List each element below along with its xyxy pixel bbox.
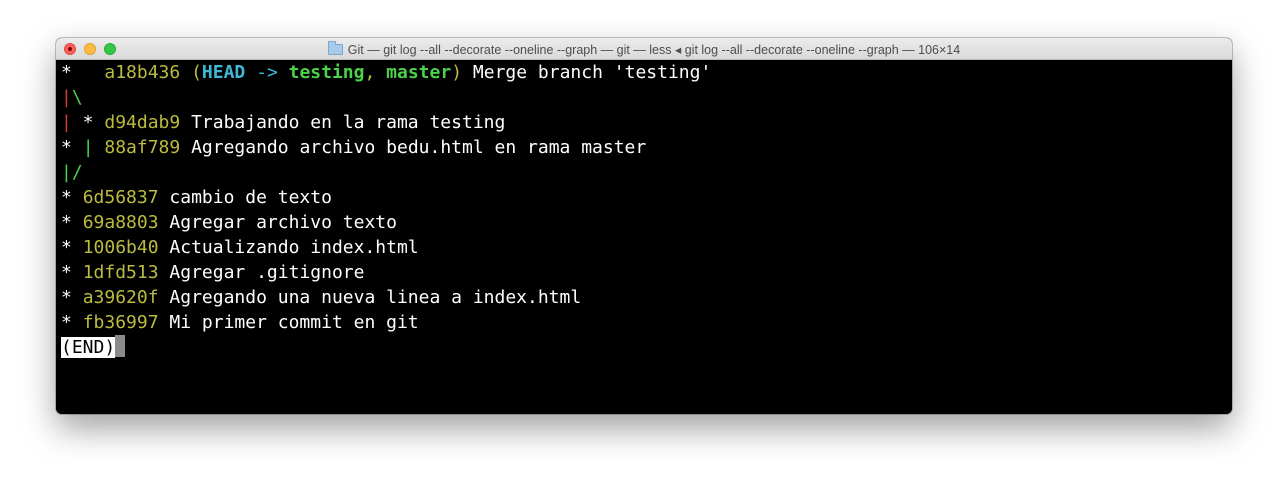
pager-prompt[interactable]: (END) xyxy=(61,335,126,360)
commit-hash: a18b436 xyxy=(104,62,181,83)
commit-hash: 1dfd513 xyxy=(82,262,159,283)
decoration-close: ) xyxy=(451,62,463,83)
graph-star: * xyxy=(71,112,105,133)
graph-star: * xyxy=(61,237,83,258)
log-line: | * d94dab9 Trabajando en la rama testin… xyxy=(61,110,505,135)
graph-star: * xyxy=(61,262,83,283)
commit-message: Agregando una nueva linea a index.html xyxy=(169,287,582,308)
commit-message: Trabajando en la rama testing xyxy=(191,112,506,133)
decoration-separator: , xyxy=(364,62,387,83)
log-line: * 6d56837 cambio de texto xyxy=(61,185,332,210)
graph-bar: | xyxy=(82,137,94,158)
graph-star: * xyxy=(61,137,83,158)
branch-ref: master xyxy=(386,62,452,83)
graph-star: * xyxy=(61,212,83,233)
graph-branch: \ xyxy=(71,87,83,108)
decoration-open: ( xyxy=(191,62,202,83)
title-bar[interactable]: Git — git log --all --decorate --oneline… xyxy=(56,38,1232,60)
graph-star: * xyxy=(61,312,83,333)
graph-star: * xyxy=(61,62,105,83)
graph-merge: / xyxy=(71,162,83,183)
commit-message: Agregar .gitignore xyxy=(169,262,365,283)
commit-message: cambio de texto xyxy=(169,187,332,208)
commit-hash: 6d56837 xyxy=(82,187,159,208)
log-line: * a39620f Agregando una nueva linea a in… xyxy=(61,285,581,310)
commit-hash: a39620f xyxy=(82,287,159,308)
graph-bar: | xyxy=(61,87,72,108)
commit-hash: 1006b40 xyxy=(82,237,159,258)
graph-line: |\ xyxy=(61,85,83,110)
text-cursor xyxy=(115,335,126,357)
commit-hash: fb36997 xyxy=(82,312,159,333)
log-line: * 1006b40 Actualizando index.html xyxy=(61,235,419,260)
log-line: * 69a8803 Agregar archivo texto xyxy=(61,210,397,235)
log-line: * fb36997 Mi primer commit en git xyxy=(61,310,419,335)
head-arrow: -> xyxy=(245,62,289,83)
log-line: * 1dfd513 Agregar .gitignore xyxy=(61,260,364,285)
window-title-text: Git — git log --all --decorate --oneline… xyxy=(347,42,961,57)
commit-message: Actualizando index.html xyxy=(169,237,419,258)
window-title: Git — git log --all --decorate --oneline… xyxy=(56,38,1232,60)
log-line: * a18b436 (HEAD -> testing, master) Merg… xyxy=(61,60,711,85)
graph-bar: | xyxy=(61,162,72,183)
folder-icon xyxy=(327,41,343,55)
commit-hash: d94dab9 xyxy=(104,112,181,133)
commit-message: Merge branch 'testing' xyxy=(472,62,712,83)
terminal-content[interactable]: * a18b436 (HEAD -> testing, master) Merg… xyxy=(56,60,1232,414)
graph-bar: | xyxy=(61,112,72,133)
commit-message: Agregando archivo bedu.html en rama mast… xyxy=(191,137,647,158)
branch-ref: testing xyxy=(288,62,365,83)
graph-star: * xyxy=(61,187,83,208)
head-ref: HEAD xyxy=(201,62,246,83)
end-label: (END) xyxy=(61,337,116,358)
log-line: * | 88af789 Agregando archivo bedu.html … xyxy=(61,135,646,160)
commit-message: Agregar archivo texto xyxy=(169,212,397,233)
terminal-window: Git — git log --all --decorate --oneline… xyxy=(56,38,1232,414)
commit-hash: 69a8803 xyxy=(82,212,159,233)
commit-hash: 88af789 xyxy=(104,137,181,158)
graph-line: |/ xyxy=(61,160,83,185)
graph-star: * xyxy=(61,287,83,308)
commit-message: Mi primer commit en git xyxy=(169,312,419,333)
